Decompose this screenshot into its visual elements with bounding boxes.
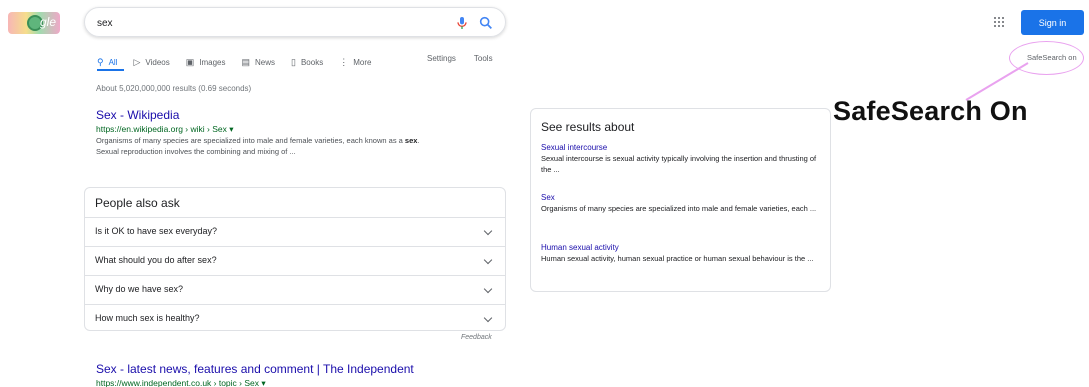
paa-question[interactable]: Why do we have sex? <box>85 275 505 304</box>
tab-label: More <box>353 57 372 67</box>
tab-label: Videos <box>145 57 170 67</box>
search-icon: ⚲ <box>97 56 104 67</box>
paa-title: People also ask <box>95 196 180 210</box>
panel-item-desc: Sexual intercourse is sexual activity ty… <box>541 154 817 174</box>
tab-label: News <box>255 57 276 67</box>
tools-link[interactable]: Tools <box>474 54 493 63</box>
paa-question-text: What should you do after sex? <box>95 255 217 265</box>
chevron-down-icon <box>483 226 493 236</box>
book-icon: ▯ <box>291 56 296 67</box>
paa-question-text: How much sex is healthy? <box>95 313 200 323</box>
tab-videos[interactable]: ▷ Videos <box>133 54 169 70</box>
paa-question[interactable]: Is it OK to have sex everyday? <box>85 217 505 246</box>
paa-question-text: Why do we have sex? <box>95 284 184 294</box>
snippet-text: Organisms of many species are specialize… <box>96 136 405 145</box>
result-title-link[interactable]: Sex - Wikipedia <box>96 107 516 123</box>
sign-in-button[interactable]: Sign in <box>1021 10 1084 35</box>
apps-grid-icon[interactable] <box>993 16 1005 28</box>
search-input[interactable] <box>97 14 437 32</box>
video-icon: ▷ <box>133 56 141 67</box>
more-icon: ⋮ <box>339 56 349 67</box>
search-icon[interactable] <box>478 15 494 31</box>
tab-label: Images <box>199 57 226 67</box>
result-url[interactable]: https://en.wikipedia.org › wiki › Sex ▾ <box>96 123 516 135</box>
search-tools: Settings Tools <box>427 54 511 63</box>
panel-item-desc: Human sexual activity, human sexual prac… <box>541 254 814 263</box>
panel-title: See results about <box>541 120 635 134</box>
snippet-text: . <box>417 136 420 145</box>
news-icon: ▤ <box>241 56 250 67</box>
panel-item-link[interactable]: Sex <box>541 192 821 203</box>
microphone-icon[interactable] <box>454 15 470 31</box>
tab-more[interactable]: ⋮ More <box>339 54 371 70</box>
google-doodle-logo[interactable]: gle <box>8 12 60 34</box>
safesearch-status[interactable]: SafeSearch on <box>1027 53 1077 62</box>
search-tabs: ⚲ All ▷ Videos ▣ Images ▤ News ▯ Books ⋮… <box>97 54 387 70</box>
search-box[interactable] <box>84 7 506 37</box>
panel-item-desc: Organisms of many species are specialize… <box>541 204 817 213</box>
panel-item-link[interactable]: Human sexual activity <box>541 242 821 253</box>
settings-link[interactable]: Settings <box>427 54 456 63</box>
paa-question[interactable]: What should you do after sex? <box>85 246 505 275</box>
active-tab-indicator <box>97 69 124 71</box>
panel-item: Human sexual activity Human sexual activ… <box>541 242 821 264</box>
result-title-link[interactable]: Sex - latest news, features and comment … <box>96 361 516 377</box>
tab-label: Books <box>300 57 324 67</box>
snippet-bold: sex <box>404 136 418 145</box>
snippet-text: Sexual reproduction involves the combini… <box>96 147 296 156</box>
tab-news[interactable]: ▤ News <box>241 54 275 70</box>
tab-all[interactable]: ⚲ All <box>97 54 117 70</box>
panel-item-link[interactable]: Sexual intercourse <box>541 142 821 153</box>
people-also-ask: People also ask Is it OK to have sex eve… <box>84 187 506 331</box>
image-icon: ▣ <box>185 56 195 67</box>
logo-text: gle <box>39 15 56 29</box>
result-snippet: Organisms of many species are specialize… <box>96 135 516 157</box>
result-stats: About 5,020,000,000 results (0.69 second… <box>96 84 252 93</box>
result-url[interactable]: https://www.independent.co.uk › topic › … <box>96 377 516 387</box>
paa-question[interactable]: How much sex is healthy? <box>85 304 505 333</box>
tab-images[interactable]: ▣ Images <box>186 54 226 70</box>
search-result: Sex - latest news, features and comment … <box>96 361 516 387</box>
see-results-about-panel: See results about Sexual intercourse Sex… <box>530 108 831 292</box>
panel-item: Sexual intercourse Sexual intercourse is… <box>541 142 821 175</box>
search-result: Sex - Wikipedia https://en.wikipedia.org… <box>96 107 516 157</box>
chevron-down-icon <box>483 313 493 323</box>
feedback-link[interactable]: Feedback <box>461 334 492 341</box>
panel-item: Sex Organisms of many species are specia… <box>541 192 821 214</box>
paa-question-text: Is it OK to have sex everyday? <box>95 226 218 236</box>
chevron-down-icon <box>483 255 493 265</box>
tab-label: All <box>108 57 118 67</box>
tab-books[interactable]: ▯ Books <box>291 54 323 70</box>
annotation-callout: SafeSearch On <box>833 96 1028 126</box>
chevron-down-icon <box>483 284 493 294</box>
